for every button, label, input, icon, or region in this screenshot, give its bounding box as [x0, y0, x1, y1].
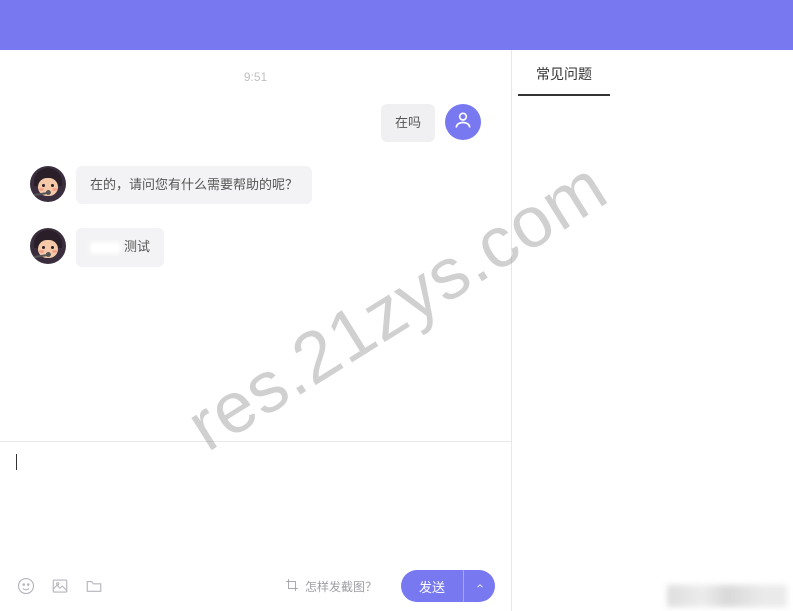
text-caret	[16, 454, 17, 470]
send-button[interactable]: 发送	[401, 570, 463, 602]
emoji-icon[interactable]	[16, 576, 36, 596]
agent-avatar[interactable]	[30, 228, 66, 264]
main-layout: 9:51 在吗 在的，请问您有什	[0, 50, 793, 611]
agent-face-icon	[30, 166, 66, 202]
screenshot-hint[interactable]: 怎样发截图？	[285, 578, 377, 595]
message-input[interactable]	[0, 442, 511, 561]
message-row-incoming: 测试	[20, 228, 491, 266]
messages-list: 9:51 在吗 在的，请问您有什	[0, 50, 511, 441]
bottom-smudge	[667, 585, 787, 607]
chevron-up-icon	[475, 579, 485, 594]
chat-panel: 9:51 在吗 在的，请问您有什	[0, 50, 512, 611]
message-bubble: 在的，请问您有什么需要帮助的呢？	[76, 166, 312, 204]
input-toolbar: 怎样发截图？ 发送	[0, 561, 511, 611]
screenshot-hint-label: 怎样发截图？	[305, 578, 377, 595]
agent-avatar[interactable]	[30, 166, 66, 202]
crop-icon	[285, 578, 299, 595]
message-bubble: 测试	[76, 228, 164, 266]
folder-icon[interactable]	[84, 576, 104, 596]
send-button-group: 发送	[401, 570, 495, 602]
user-icon	[453, 110, 473, 135]
message-row-outgoing: 在吗	[20, 104, 491, 142]
agent-face-icon	[30, 228, 66, 264]
app-header	[0, 0, 793, 50]
message-row-incoming: 在的，请问您有什么需要帮助的呢？	[20, 166, 491, 204]
redacted-text	[90, 242, 120, 254]
tab-faq[interactable]: 常见问题	[518, 50, 610, 96]
input-area: 怎样发截图？ 发送	[0, 441, 511, 611]
image-icon[interactable]	[50, 576, 70, 596]
user-avatar[interactable]	[445, 104, 481, 140]
message-text: 测试	[124, 239, 150, 254]
message-bubble: 在吗	[381, 104, 435, 142]
timestamp: 9:51	[20, 70, 491, 84]
send-options-button[interactable]	[463, 570, 495, 602]
sidebar-panel: 常见问题	[512, 50, 793, 611]
